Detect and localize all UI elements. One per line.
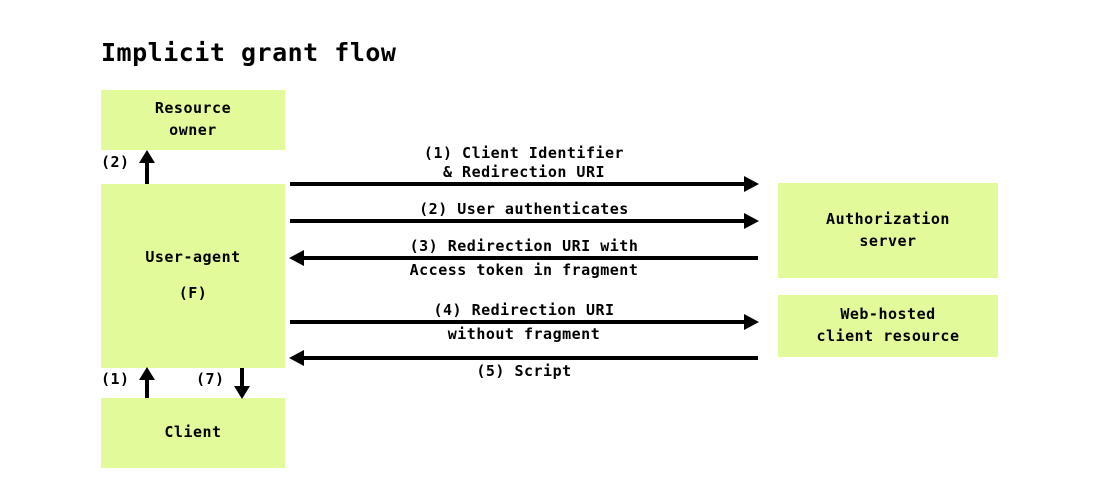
entity-box-client: Client xyxy=(101,398,285,468)
arrow-shaft xyxy=(290,219,745,223)
entity-box-resource-owner: Resource owner xyxy=(101,90,285,150)
entity-label-line1: Authorization xyxy=(826,209,950,228)
entity-label-line2: client resource xyxy=(816,327,960,345)
arrow-shaft xyxy=(145,161,149,184)
entity-label-line2: server xyxy=(859,231,917,250)
arrow-head-right-icon xyxy=(744,213,759,229)
arrow-head-up-icon xyxy=(139,150,155,163)
entity-label-line2: (F) xyxy=(178,284,208,302)
flow-arrow-3 xyxy=(289,250,758,266)
flow-1-label-line1: (1) Client Identifier xyxy=(423,144,625,162)
flow-4-label-below: without fragment xyxy=(447,325,601,343)
entity-label-line1: User-agent xyxy=(145,248,241,267)
entity-label-line2: owner xyxy=(169,121,217,139)
flow-1-label-line2: & Redirection URI xyxy=(442,163,606,181)
vflow-2-step-label: (2) xyxy=(101,153,130,171)
entity-label-line1: Client xyxy=(164,423,222,442)
vertical-arrow-2 xyxy=(139,150,155,184)
implicit-grant-flow-diagram: Implicit grant flow Resource owner User-… xyxy=(0,0,1100,500)
arrow-shaft xyxy=(290,182,745,186)
vertical-arrow-7 xyxy=(234,368,250,399)
arrow-shaft xyxy=(303,356,758,360)
flow-4-label-above: (4) Redirection URI xyxy=(433,301,615,319)
arrow-shaft xyxy=(240,368,244,388)
entity-box-web-hosted-client-resource: Web-hosted client resource xyxy=(778,295,998,357)
vflow-1-step-label: (1) xyxy=(101,370,130,388)
arrow-head-right-icon xyxy=(744,176,759,192)
entity-box-user-agent: User-agent (F) xyxy=(101,184,285,368)
flow-arrow-5 xyxy=(289,350,758,366)
flow-arrow-4 xyxy=(290,314,759,330)
vflow-7-step-label: (7) xyxy=(196,370,225,388)
arrow-shaft xyxy=(303,256,758,260)
arrow-shaft xyxy=(145,378,149,398)
page-title: Implicit grant flow xyxy=(101,38,397,67)
arrow-head-up-icon xyxy=(139,367,155,380)
entity-box-authorization-server: Authorization server xyxy=(778,183,998,278)
flow-2-label-line1: (2) User authenticates xyxy=(419,200,629,218)
entity-label-line1: Resource xyxy=(154,99,232,118)
flow-3-label-below: Access token in fragment xyxy=(409,261,639,279)
arrow-shaft xyxy=(290,320,745,324)
entity-label-line1: Web-hosted xyxy=(840,305,936,324)
vertical-arrow-1 xyxy=(139,367,155,398)
flow-3-label-above: (3) Redirection URI with xyxy=(409,237,639,255)
arrow-head-down-icon xyxy=(234,386,250,399)
flow-arrow-1 xyxy=(290,176,759,192)
flow-5-label-below: (5) Script xyxy=(476,362,572,380)
flow-arrow-2 xyxy=(290,213,759,229)
